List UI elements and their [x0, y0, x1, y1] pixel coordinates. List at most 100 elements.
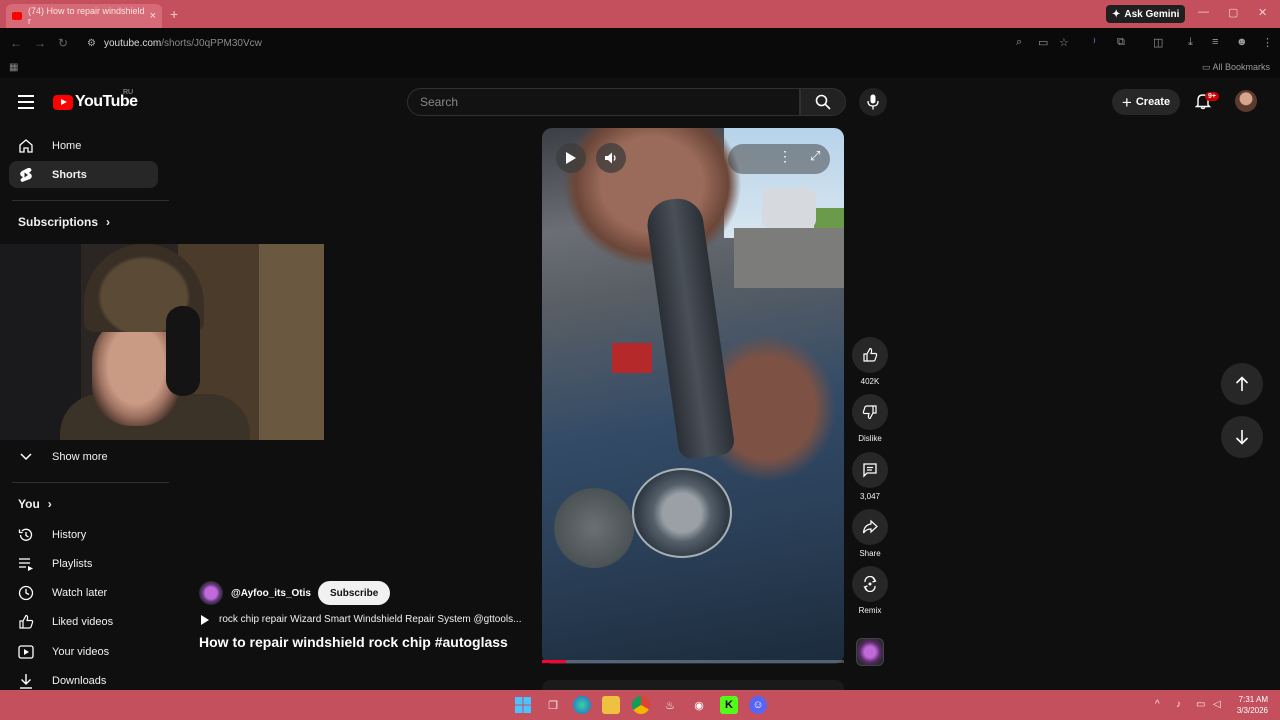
url-bar[interactable]: ⚙ youtube.com/shorts/J0qPPM30Vcw	[82, 33, 1082, 53]
clock-date: 3/3/2026	[1236, 706, 1268, 715]
sidebar-item-home[interactable]: Home	[9, 132, 158, 159]
arrow-down-icon	[1235, 430, 1249, 445]
steam-icon[interactable]: ♨	[661, 696, 679, 714]
folder-icon: ▭	[1201, 62, 1211, 72]
channel-row: @Ayfoo_its_Otis Subscribe	[199, 581, 391, 605]
file-explorer-icon[interactable]	[602, 696, 620, 714]
sidebar-divider	[12, 200, 169, 201]
sound-title: rock chip repair Wizard Smart Windshield…	[219, 614, 522, 625]
sidebar-item-label: Downloads	[52, 674, 107, 687]
maximize-icon[interactable]: ▢	[1228, 6, 1238, 19]
apps-grid-icon[interactable]: ▦	[9, 62, 18, 73]
sidebar-item-label: Your videos	[52, 645, 110, 658]
site-info-icon[interactable]: ⚙	[87, 38, 96, 49]
forward-icon[interactable]: →	[34, 36, 46, 50]
cast-icon[interactable]: ▭	[1038, 36, 1048, 49]
captions-icon[interactable]: CC	[739, 152, 757, 163]
arrow-up-icon	[1235, 376, 1249, 391]
previous-short-button[interactable]	[1221, 363, 1263, 405]
your-videos-icon	[18, 644, 34, 659]
share-icon	[862, 519, 878, 534]
like-count: 402K	[860, 377, 880, 386]
menu-icon[interactable]	[18, 95, 34, 113]
split-view-icon[interactable]: ◫	[1153, 36, 1163, 49]
sidebar-item-history[interactable]: History	[9, 521, 158, 548]
account-avatar[interactable]	[1235, 90, 1257, 112]
play-button[interactable]	[556, 143, 586, 173]
shorts-video-player[interactable]	[542, 128, 844, 664]
sidebar-item-shorts[interactable]: Shorts	[9, 161, 158, 188]
new-tab-icon[interactable]: +	[170, 6, 178, 22]
volume-tray-icon[interactable]: ◁	[1213, 699, 1221, 710]
fullscreen-icon[interactable]: ⤢	[810, 148, 820, 164]
ask-gemini-button[interactable]: ✦ Ask Gemini	[1106, 5, 1186, 23]
browser-titlebar	[0, 0, 1280, 28]
discord-icon[interactable]: ☺	[749, 696, 767, 714]
close-tab-icon[interactable]: ×	[150, 10, 156, 22]
profile-icon[interactable]: ☻	[1236, 36, 1248, 48]
sidebar-item-playlists[interactable]: Playlists	[9, 550, 158, 577]
channel-name[interactable]: @Ayfoo_its_Otis	[231, 588, 311, 599]
network-icon[interactable]: ▭	[1196, 699, 1205, 710]
reading-list-icon[interactable]: ≡	[1212, 36, 1218, 48]
you-header[interactable]: You ›	[18, 497, 52, 511]
microphone-tray-icon[interactable]: ♪	[1176, 699, 1181, 710]
extensions-icon[interactable]: ⧉	[1117, 36, 1125, 49]
obs-icon[interactable]: ◉	[690, 696, 708, 714]
comments-action[interactable]: 3,047	[852, 452, 888, 501]
video-progress-bar[interactable]	[542, 660, 844, 663]
next-short-preview[interactable]	[542, 680, 844, 690]
browser-menu-icon[interactable]: ⋮	[1262, 36, 1273, 49]
sidebar-item-your-videos[interactable]: Your videos	[9, 638, 158, 665]
share-action[interactable]: Share	[852, 509, 888, 558]
sidebar-item-liked-videos[interactable]: Liked videos	[9, 608, 158, 635]
back-icon[interactable]: ←	[10, 36, 22, 50]
task-view-icon[interactable]: ❐	[544, 696, 562, 714]
volume-button[interactable]	[596, 143, 626, 173]
search-box[interactable]	[407, 88, 800, 116]
all-bookmarks[interactable]: ▭ All Bookmarks	[1202, 62, 1270, 73]
chrome-icon[interactable]	[632, 696, 650, 714]
windows-start-icon[interactable]	[514, 696, 532, 714]
create-button[interactable]: + Create	[1112, 89, 1180, 115]
liked-icon	[19, 614, 34, 629]
minimize-icon[interactable]: —	[1198, 6, 1209, 18]
browser-tab[interactable]: (74) How to repair windshield r ×	[6, 4, 162, 28]
channel-avatar[interactable]	[199, 581, 223, 605]
short-title[interactable]: How to repair windshield rock chip #auto…	[199, 634, 508, 650]
youtube-logo[interactable]: YouTube RU	[53, 89, 138, 111]
sound-thumbnail[interactable]	[856, 638, 884, 666]
next-short-button[interactable]	[1221, 416, 1263, 458]
voice-search-button[interactable]	[859, 88, 887, 116]
close-window-icon[interactable]: ✕	[1258, 6, 1267, 19]
more-options-icon[interactable]: ⋮	[778, 148, 792, 165]
tray-overflow-icon[interactable]: ^	[1155, 699, 1160, 710]
search-input[interactable]	[408, 89, 799, 115]
zoom-icon[interactable]: ⌕	[1016, 36, 1022, 49]
share-label: Share	[859, 549, 881, 558]
reload-icon[interactable]: ↻	[58, 36, 68, 50]
downloads-icon	[20, 673, 32, 689]
home-icon	[19, 138, 33, 153]
search-button[interactable]	[800, 88, 846, 116]
subscriptions-header[interactable]: Subscriptions ›	[18, 215, 110, 229]
youtube-favicon-icon	[12, 12, 22, 20]
dislike-action[interactable]: Dislike	[852, 394, 888, 443]
show-more-button[interactable]: Show more	[9, 443, 158, 470]
bookmark-star-icon[interactable]: ☆	[1059, 36, 1069, 49]
chevron-right-icon: ›	[47, 497, 52, 511]
sound-link[interactable]: rock chip repair Wizard Smart Windshield…	[201, 614, 531, 625]
webcam-overlay	[0, 244, 324, 440]
kick-icon[interactable]: K	[720, 696, 738, 714]
sidebar-item-watch-later[interactable]: Watch later	[9, 579, 158, 606]
system-clock[interactable]: 7:31 AM 3/3/2026	[1228, 694, 1268, 716]
edge-icon[interactable]	[573, 696, 591, 714]
like-action[interactable]: 402K	[852, 337, 888, 386]
download-icon[interactable]: ⤓	[1188, 36, 1193, 49]
extension-icon[interactable]: ⁾	[1093, 36, 1096, 49]
subscribe-button[interactable]: Subscribe	[317, 581, 391, 605]
remix-action[interactable]: Remix	[852, 566, 888, 615]
thumbs-up-icon	[863, 347, 878, 362]
sidebar-divider	[12, 482, 169, 483]
progress-fill	[542, 660, 567, 663]
